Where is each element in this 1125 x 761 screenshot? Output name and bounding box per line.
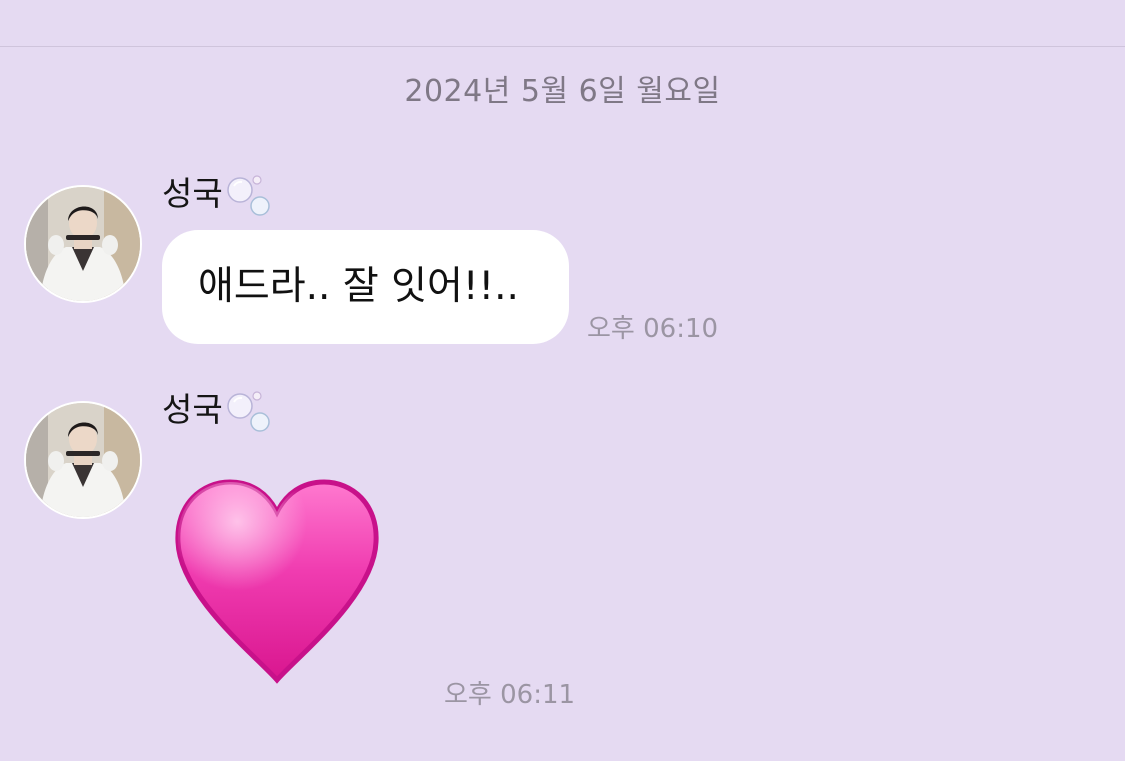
avatar[interactable] [24, 401, 142, 519]
date-separator: 2024년 5월 6일 월요일 [404, 74, 721, 109]
top-divider [0, 46, 1125, 47]
heart-emoji-icon[interactable] [170, 478, 384, 684]
avatar-photo [26, 403, 140, 517]
message-timestamp: 오후 06:11 [444, 680, 576, 710]
message-bubble[interactable]: 애드라.. 잘 잇어!!.. [162, 230, 569, 344]
bubbles-icon [227, 175, 270, 216]
avatar-photo [26, 187, 140, 301]
avatar[interactable] [24, 185, 142, 303]
message-timestamp: 오후 06:10 [587, 314, 719, 344]
sender-name: 성국 [162, 390, 223, 429]
sender-name: 성국 [162, 174, 223, 213]
bubbles-icon [227, 391, 270, 432]
